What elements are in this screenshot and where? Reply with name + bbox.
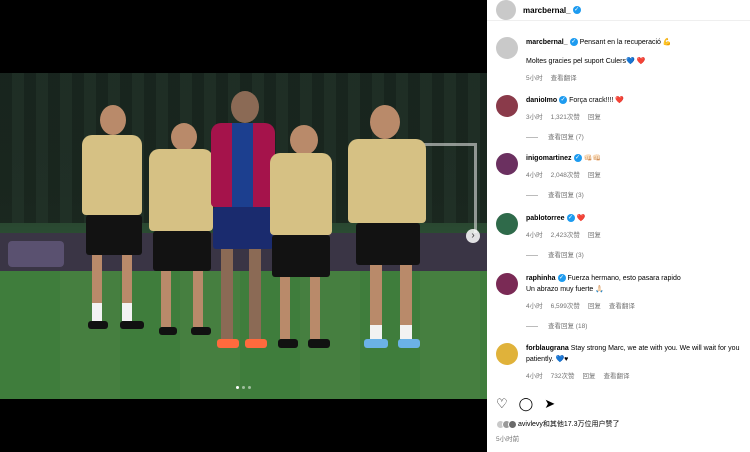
carousel-dot — [236, 386, 239, 389]
comment-item: forblaugrana Stay strong Marc, we ate wi… — [496, 343, 746, 382]
author-avatar[interactable] — [496, 0, 516, 20]
comment-likes: 1,321次赞 — [550, 114, 580, 121]
reply-button[interactable]: 回复 — [588, 172, 601, 179]
verified-badge-icon: ✓ — [573, 154, 582, 163]
comment-time: 4小时 — [526, 232, 543, 239]
liker-avatars — [496, 419, 517, 429]
translate-link[interactable]: 查看翻译 — [603, 373, 629, 380]
view-replies-button[interactable]: 查看回复 (3) — [526, 250, 741, 261]
caption-text-2: Moltes gracies pel suport Culers💙 ❤️ — [526, 58, 646, 65]
verified-badge-icon: ✓ — [566, 214, 575, 223]
caption-avatar[interactable] — [496, 37, 518, 59]
comment-time: 4小时 — [526, 172, 543, 179]
comment-text-2: Un abrazo muy fuerte 🙏🏻 — [526, 286, 604, 293]
caption-username[interactable]: marcbernal_ — [526, 39, 568, 46]
post-header: marcbernal_ ✓ — [487, 0, 750, 21]
likes-summary[interactable]: avivlevy和其他17.3万位用户赞了 — [496, 419, 620, 429]
comment-likes: 732次赞 — [550, 373, 575, 380]
comment-text: 👊🏻👊🏻 — [583, 155, 601, 162]
comment-time: 4小时 — [526, 373, 543, 380]
verified-badge-icon: ✓ — [572, 6, 581, 14]
comment-item: raphinha ✓ Fuerza hermano, esto pasara ra… — [496, 273, 746, 332]
verified-badge-icon: ✓ — [559, 96, 568, 105]
comments-list[interactable]: marcbernal_ ✓ Pensant en la recuperació 💪… — [487, 30, 750, 386]
verified-badge-icon: ✓ — [569, 38, 578, 47]
staff-member-bearded — [266, 125, 336, 395]
comment-text: Fuerza hermano, esto pasara rapido — [567, 275, 681, 282]
author-username[interactable]: marcbernal_ — [523, 6, 571, 15]
ad-logo — [8, 241, 64, 267]
post-photo[interactable]: 28 — [0, 73, 487, 399]
comment-item: pablotorree ✓ ❤️ 4小时 2,423次赞 回复 查看回复 (3) — [496, 213, 746, 261]
caption-time: 5小时 — [526, 75, 543, 82]
commenter-avatar[interactable] — [496, 273, 518, 295]
reply-button[interactable]: 回复 — [588, 114, 601, 121]
commenter-avatar[interactable] — [496, 95, 518, 117]
comment-time: 3小时 — [526, 114, 543, 121]
commenter-username[interactable]: raphinha — [526, 275, 556, 282]
share-send-icon[interactable]: ➤ — [544, 396, 555, 412]
media-area: 28 — [0, 0, 487, 452]
comment-likes: 2,423次赞 — [550, 232, 580, 239]
action-bar: ♡ ◯ ➤ — [496, 396, 555, 412]
reply-button[interactable]: 回复 — [588, 303, 601, 310]
post-time: 5小时前 — [496, 436, 520, 443]
next-image-button[interactable]: › — [466, 229, 480, 243]
commenter-avatar[interactable] — [496, 213, 518, 235]
comment-item: inigomartinez ✓ 👊🏻👊🏻 4小时 2,048次赞 回复 查看回复 (3… — [496, 153, 746, 201]
liker-avatar — [508, 419, 517, 429]
commenter-username[interactable]: danioImo — [526, 97, 557, 104]
staff-member-left — [78, 103, 148, 393]
commenter-username[interactable]: forblaugrana — [526, 345, 569, 352]
comment-time: 4小时 — [526, 303, 543, 310]
likes-text: avivlevy和其他17.3万位用户赞了 — [518, 421, 620, 428]
caption-text: Pensant en la recuperació 💪 — [579, 39, 672, 46]
caption: marcbernal_ ✓ Pensant en la recuperació 💪… — [496, 37, 746, 84]
commenter-avatar[interactable] — [496, 343, 518, 365]
translate-link[interactable]: 查看翻译 — [551, 75, 577, 82]
carousel-dot — [248, 386, 251, 389]
instagram-post-view: 28 — [0, 0, 750, 452]
view-replies-button[interactable]: 查看回复 (7) — [526, 132, 741, 143]
commenter-username[interactable]: inigomartinez — [526, 155, 572, 162]
commenter-avatar[interactable] — [496, 153, 518, 175]
comment-likes: 6,599次赞 — [550, 303, 580, 310]
reply-button[interactable]: 回复 — [582, 373, 595, 380]
comment-bubble-icon[interactable]: ◯ — [519, 396, 534, 412]
translate-link[interactable]: 查看翻译 — [609, 303, 635, 310]
comment-likes: 2,048次赞 — [550, 172, 580, 179]
comment-text: Força crack!!!! ❤️ — [569, 97, 625, 104]
post-side-panel: marcbernal_ ✓ marcbernal_ ✓ Pensant en la… — [487, 0, 750, 452]
reply-button[interactable]: 回复 — [588, 232, 601, 239]
carousel-dots — [236, 386, 251, 389]
comment-text: ❤️ — [576, 215, 586, 222]
comment-item: danioImo ✓ Força crack!!!! ❤️ 3小时 1,321次赞 回… — [496, 95, 746, 143]
like-heart-icon[interactable]: ♡ — [496, 396, 508, 412]
view-replies-button[interactable]: 查看回复 (3) — [526, 190, 741, 201]
carousel-dot — [242, 386, 245, 389]
commenter-username[interactable]: pablotorree — [526, 215, 565, 222]
view-replies-button[interactable]: 查看回复 (18) — [526, 321, 741, 332]
staff-member-right — [342, 105, 432, 395]
verified-badge-icon: ✓ — [557, 274, 566, 283]
